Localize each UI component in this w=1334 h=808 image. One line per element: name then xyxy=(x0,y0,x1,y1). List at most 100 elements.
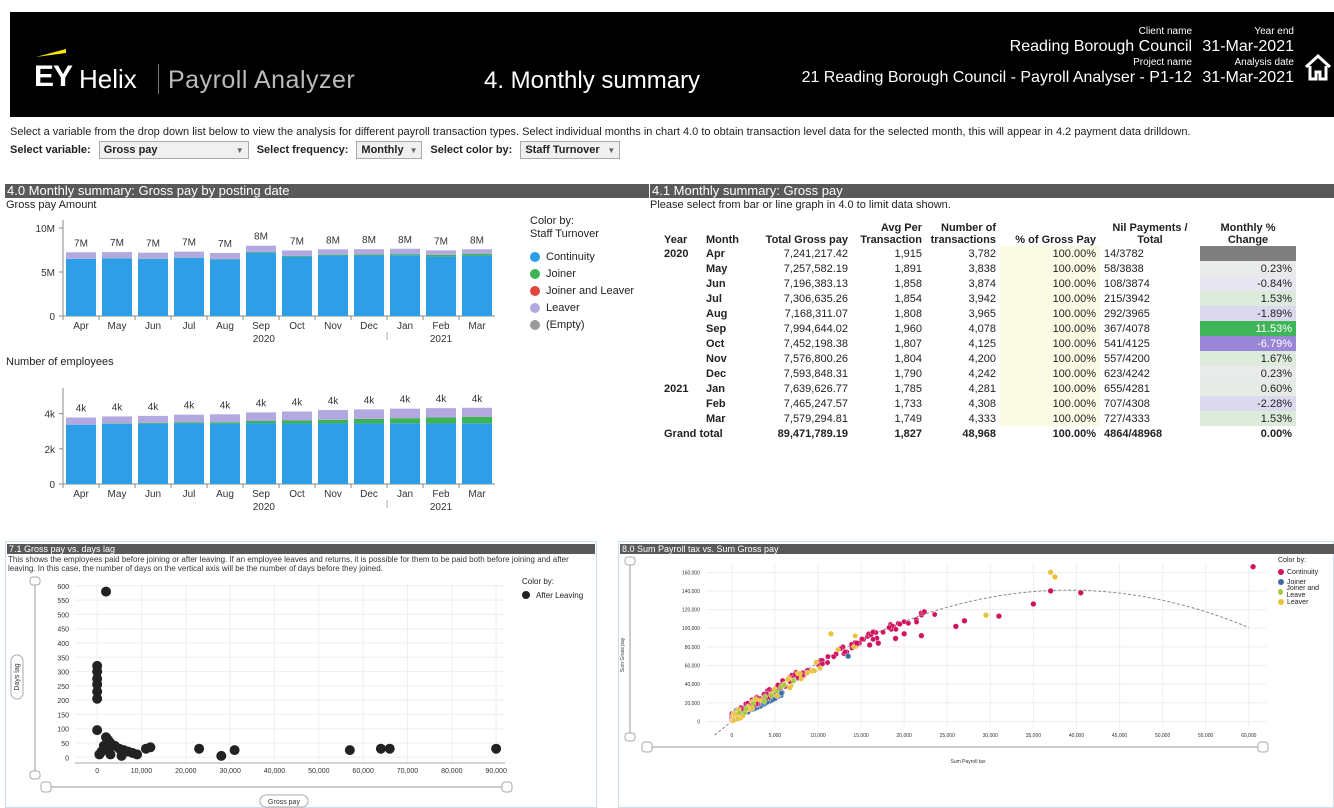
cell-num: 3,782 xyxy=(968,247,996,260)
section-71-title: 7.1 Gross pay vs. days lag xyxy=(7,544,595,554)
bar-segment xyxy=(354,423,384,484)
bar-data-label: 8M xyxy=(470,235,484,246)
legend-item[interactable]: Leaver xyxy=(530,299,634,316)
bar-segment xyxy=(138,415,168,423)
bar-segment xyxy=(390,248,420,255)
variable-select[interactable]: Gross pay ▼ xyxy=(98,141,249,159)
x-tick-label: 20,000 xyxy=(897,733,913,739)
x-tick-label: Oct xyxy=(289,321,305,332)
y-tick-label: 160,000 xyxy=(682,570,700,576)
legend-label: (Empty) xyxy=(546,318,585,331)
table-row[interactable]: Oct 7,452,198.38 1,807 4,125 100.00% 541/4125… xyxy=(660,336,1296,351)
y-tick-label: 60,000 xyxy=(685,664,701,670)
y-tick-label: 600 xyxy=(57,584,69,591)
cell-num: 3,874 xyxy=(968,277,996,290)
legend-label: Joiner and Leaver xyxy=(546,284,635,297)
table-row[interactable]: Sep 7,994,644.02 1,960 4,078 100.00% 367/4078… xyxy=(660,321,1296,336)
cell-total: 7,576,800.26 xyxy=(783,352,848,365)
table-row[interactable]: Nov 7,576,800.26 1,804 4,200 100.00% 557/4200… xyxy=(660,351,1296,366)
legend-dot xyxy=(530,285,540,296)
table-row[interactable]: Jun 7,196,383.13 1,858 3,874 100.00% 108/3874… xyxy=(660,276,1296,291)
legend-item[interactable]: Continuity xyxy=(530,248,634,265)
scatter-point xyxy=(216,750,227,761)
bar-segment xyxy=(102,252,132,259)
cell-total: 7,593,848.31 xyxy=(783,367,848,380)
bar-segment xyxy=(102,423,132,484)
cell-nil: 58/3838 xyxy=(1104,262,1144,275)
col-pct: % of Gross Pay xyxy=(1015,234,1096,246)
y-tick-label: 40,000 xyxy=(685,682,701,688)
legend-80-item[interactable]: Joiner and Leave xyxy=(1278,585,1334,599)
bar-segment xyxy=(282,256,312,316)
scatter-point xyxy=(845,653,852,660)
app-header: EY Helix Payroll Analyzer 4. Monthly sum… xyxy=(10,12,1334,117)
bar-segment xyxy=(462,407,492,417)
color-label: Select color by: xyxy=(430,144,513,156)
client-value: Reading Borough Council xyxy=(1009,38,1192,55)
table-row[interactable]: Mar 7,579,294.81 1,749 4,333 100.00% 727/4333… xyxy=(660,411,1296,426)
bar-segment xyxy=(354,249,384,255)
scatter-point xyxy=(761,698,768,705)
y-tick-label: 2k xyxy=(44,445,56,456)
legend-item[interactable]: Joiner and Leaver xyxy=(530,282,634,299)
cell-change: 1.67% xyxy=(1200,351,1296,366)
cell-num: 4,333 xyxy=(968,412,996,425)
table-row[interactable]: Aug 7,168,311.07 1,808 3,965 100.00% 292/3965… xyxy=(660,306,1296,321)
bar-segment xyxy=(174,251,204,258)
bar-segment xyxy=(210,422,240,424)
scatter-point xyxy=(870,629,876,635)
table-row[interactable]: May 7,257,582.19 1,891 3,838 100.00% 58/3838 0… xyxy=(660,261,1296,276)
logo-ey: EY xyxy=(34,60,73,93)
legend-item[interactable]: Joiner xyxy=(530,265,634,282)
scatter-point xyxy=(145,742,156,753)
bar-segment xyxy=(138,252,168,259)
y-tick-label: 4k xyxy=(44,410,56,421)
cell-num: 3,838 xyxy=(968,262,996,275)
variable-select-value: Gross pay xyxy=(103,144,158,156)
table-row[interactable]: Jul 7,306,635.26 1,854 3,942 100.00% 215/3942… xyxy=(660,291,1296,306)
year-label: 2020 xyxy=(253,334,276,345)
home-icon[interactable] xyxy=(1303,52,1333,82)
x-tick-label: 50,000 xyxy=(1155,733,1171,739)
legend-dot xyxy=(530,302,540,313)
color-select[interactable]: Staff Turnover ▼ xyxy=(520,141,621,159)
x-tick-label: 80,000 xyxy=(441,768,463,775)
scatter-point xyxy=(983,612,989,619)
cell-year: 2020 xyxy=(664,247,689,260)
payroll-tax-scatter[interactable]: 160,000 140,000 120,000 100,000 80,000 60,000… xyxy=(618,555,1334,808)
cell-total: 7,168,311.07 xyxy=(784,307,848,320)
scatter-point xyxy=(811,668,818,674)
cell-pct: 100.00% xyxy=(1000,306,1100,321)
cell-change: 0.23% xyxy=(1200,261,1296,276)
scatter-point xyxy=(736,710,743,716)
legend-subtitle: Staff Turnover xyxy=(530,228,599,240)
employees-bar-chart[interactable]: 4k 2k 0 4k Apr 4k May 4k Jun 4k Jul 4k Aug 4k Sep 4k Oct… xyxy=(5,372,510,520)
y-axis-label: Days lag xyxy=(14,663,21,690)
legend-80-item[interactable]: Continuity xyxy=(1278,567,1334,577)
days-lag-scatter[interactable]: 6005505004504003503002502001501005000 10,… xyxy=(5,575,597,808)
cell-total: 7,452,198.38 xyxy=(783,337,848,350)
legend-item[interactable]: (Empty) xyxy=(530,316,634,333)
x-tick-label: Dec xyxy=(360,321,378,332)
scatter-point xyxy=(790,678,797,684)
x-tick-label: Mar xyxy=(468,489,486,500)
gross-pay-bar-chart[interactable]: 10M 5M 0 7M Apr 7M May 7M Jun 7M Jul 7M Aug 8M Sep 7M Oc… xyxy=(5,212,510,352)
scatter-point xyxy=(786,685,793,691)
legend-label: Continuity xyxy=(1287,568,1319,576)
scatter-point xyxy=(961,617,968,624)
table-row[interactable]: Dec 7,593,848.31 1,790 4,242 100.00% 623/4242… xyxy=(660,366,1296,381)
slider-handle xyxy=(29,576,41,586)
table-row[interactable]: 2021 Jan 7,639,626.77 1,785 4,281 100.00% 655/… xyxy=(660,381,1296,396)
table-row[interactable]: Feb 7,465,247.57 1,733 4,308 100.00% 707/4308… xyxy=(660,396,1296,411)
scatter-point xyxy=(92,693,103,704)
bar-segment xyxy=(426,256,456,316)
legend-dot xyxy=(1278,589,1284,595)
section-71-description: This shows the employees paid before joi… xyxy=(8,555,569,573)
col-year: Year xyxy=(664,234,688,246)
cell-pct: 100.00% xyxy=(1000,396,1100,411)
cell-pct: 100.00% xyxy=(1000,336,1100,351)
frequency-select[interactable]: Monthly ▼ xyxy=(356,141,423,159)
bar-data-label: 8M xyxy=(254,232,268,243)
ey-logo-beam-icon xyxy=(36,49,66,57)
table-row[interactable]: 2020 Apr 7,241,217.42 1,915 3,782 100.00% 14/3… xyxy=(660,246,1296,261)
